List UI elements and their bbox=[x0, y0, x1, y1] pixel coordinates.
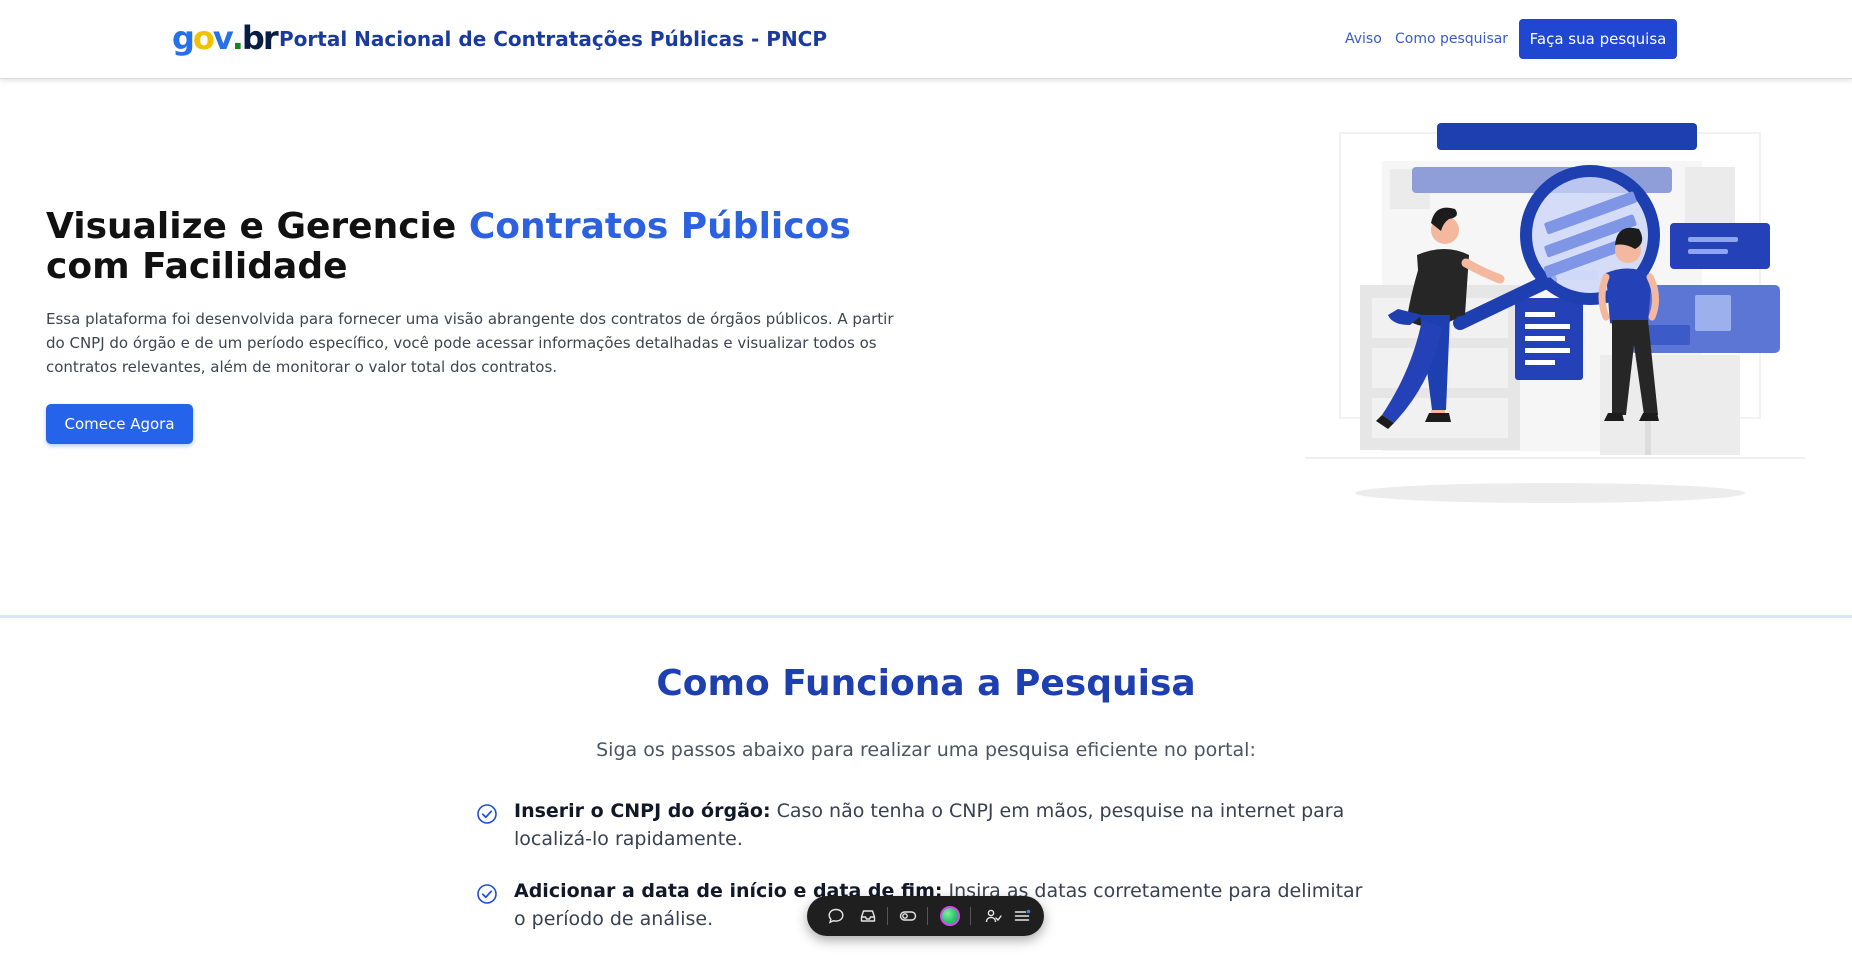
govbr-logo[interactable]: gov.br bbox=[172, 18, 279, 58]
status-dot bbox=[940, 906, 960, 926]
logo-letter: v bbox=[212, 19, 234, 57]
contracts-search-illustration bbox=[1305, 123, 1805, 503]
logo-letter: . bbox=[231, 19, 244, 57]
toolbar-separator bbox=[887, 907, 888, 925]
users-icon[interactable] bbox=[981, 904, 1005, 928]
top-header: gov.br Portal Nacional de Contratações P… bbox=[0, 0, 1852, 79]
check-circle-icon bbox=[477, 804, 497, 824]
site-title[interactable]: Portal Nacional de Contratações Públicas… bbox=[279, 25, 827, 53]
how-it-works-title: Como Funciona a Pesquisa bbox=[656, 663, 1196, 704]
hero-title: Visualize e Gerencie Contratos Públicos … bbox=[46, 207, 946, 287]
logo-letter: b bbox=[241, 19, 265, 57]
hero-title-part1: Visualize e Gerencie bbox=[46, 206, 469, 247]
how-it-works-subtitle: Siga os passos abaixo para realizar uma … bbox=[596, 739, 1256, 761]
search-cta-button[interactable]: Faça sua pesquisa bbox=[1519, 19, 1677, 59]
inbox-icon[interactable] bbox=[856, 904, 880, 928]
status-dot-icon[interactable] bbox=[938, 904, 962, 928]
floating-toolbar bbox=[807, 896, 1044, 936]
nav-link-aviso[interactable]: Aviso bbox=[1345, 29, 1382, 49]
toolbar-separator bbox=[970, 907, 971, 925]
section-divider bbox=[0, 615, 1852, 618]
nav-link-como-pesquisar[interactable]: Como pesquisar bbox=[1395, 29, 1508, 49]
hero-description: Essa plataforma foi desenvolvida para fo… bbox=[46, 310, 894, 376]
toolbar-separator bbox=[927, 907, 928, 925]
step-text: Inserir o CNPJ do órgão: Caso não tenha … bbox=[514, 797, 1374, 853]
hero-title-accent: Contratos Públicos bbox=[468, 206, 851, 247]
logo-letter: g bbox=[172, 19, 195, 57]
comment-icon[interactable] bbox=[824, 904, 848, 928]
get-started-button[interactable]: Comece Agora bbox=[46, 404, 193, 444]
logo-letter: r bbox=[262, 19, 279, 57]
logo-letter: o bbox=[192, 19, 215, 57]
menu-icon[interactable] bbox=[1010, 904, 1034, 928]
toggle-icon[interactable] bbox=[896, 904, 920, 928]
check-circle-icon bbox=[477, 884, 497, 904]
hero-title-part2: com Facilidade bbox=[46, 246, 348, 287]
step-label: Inserir o CNPJ do órgão: bbox=[514, 800, 771, 822]
